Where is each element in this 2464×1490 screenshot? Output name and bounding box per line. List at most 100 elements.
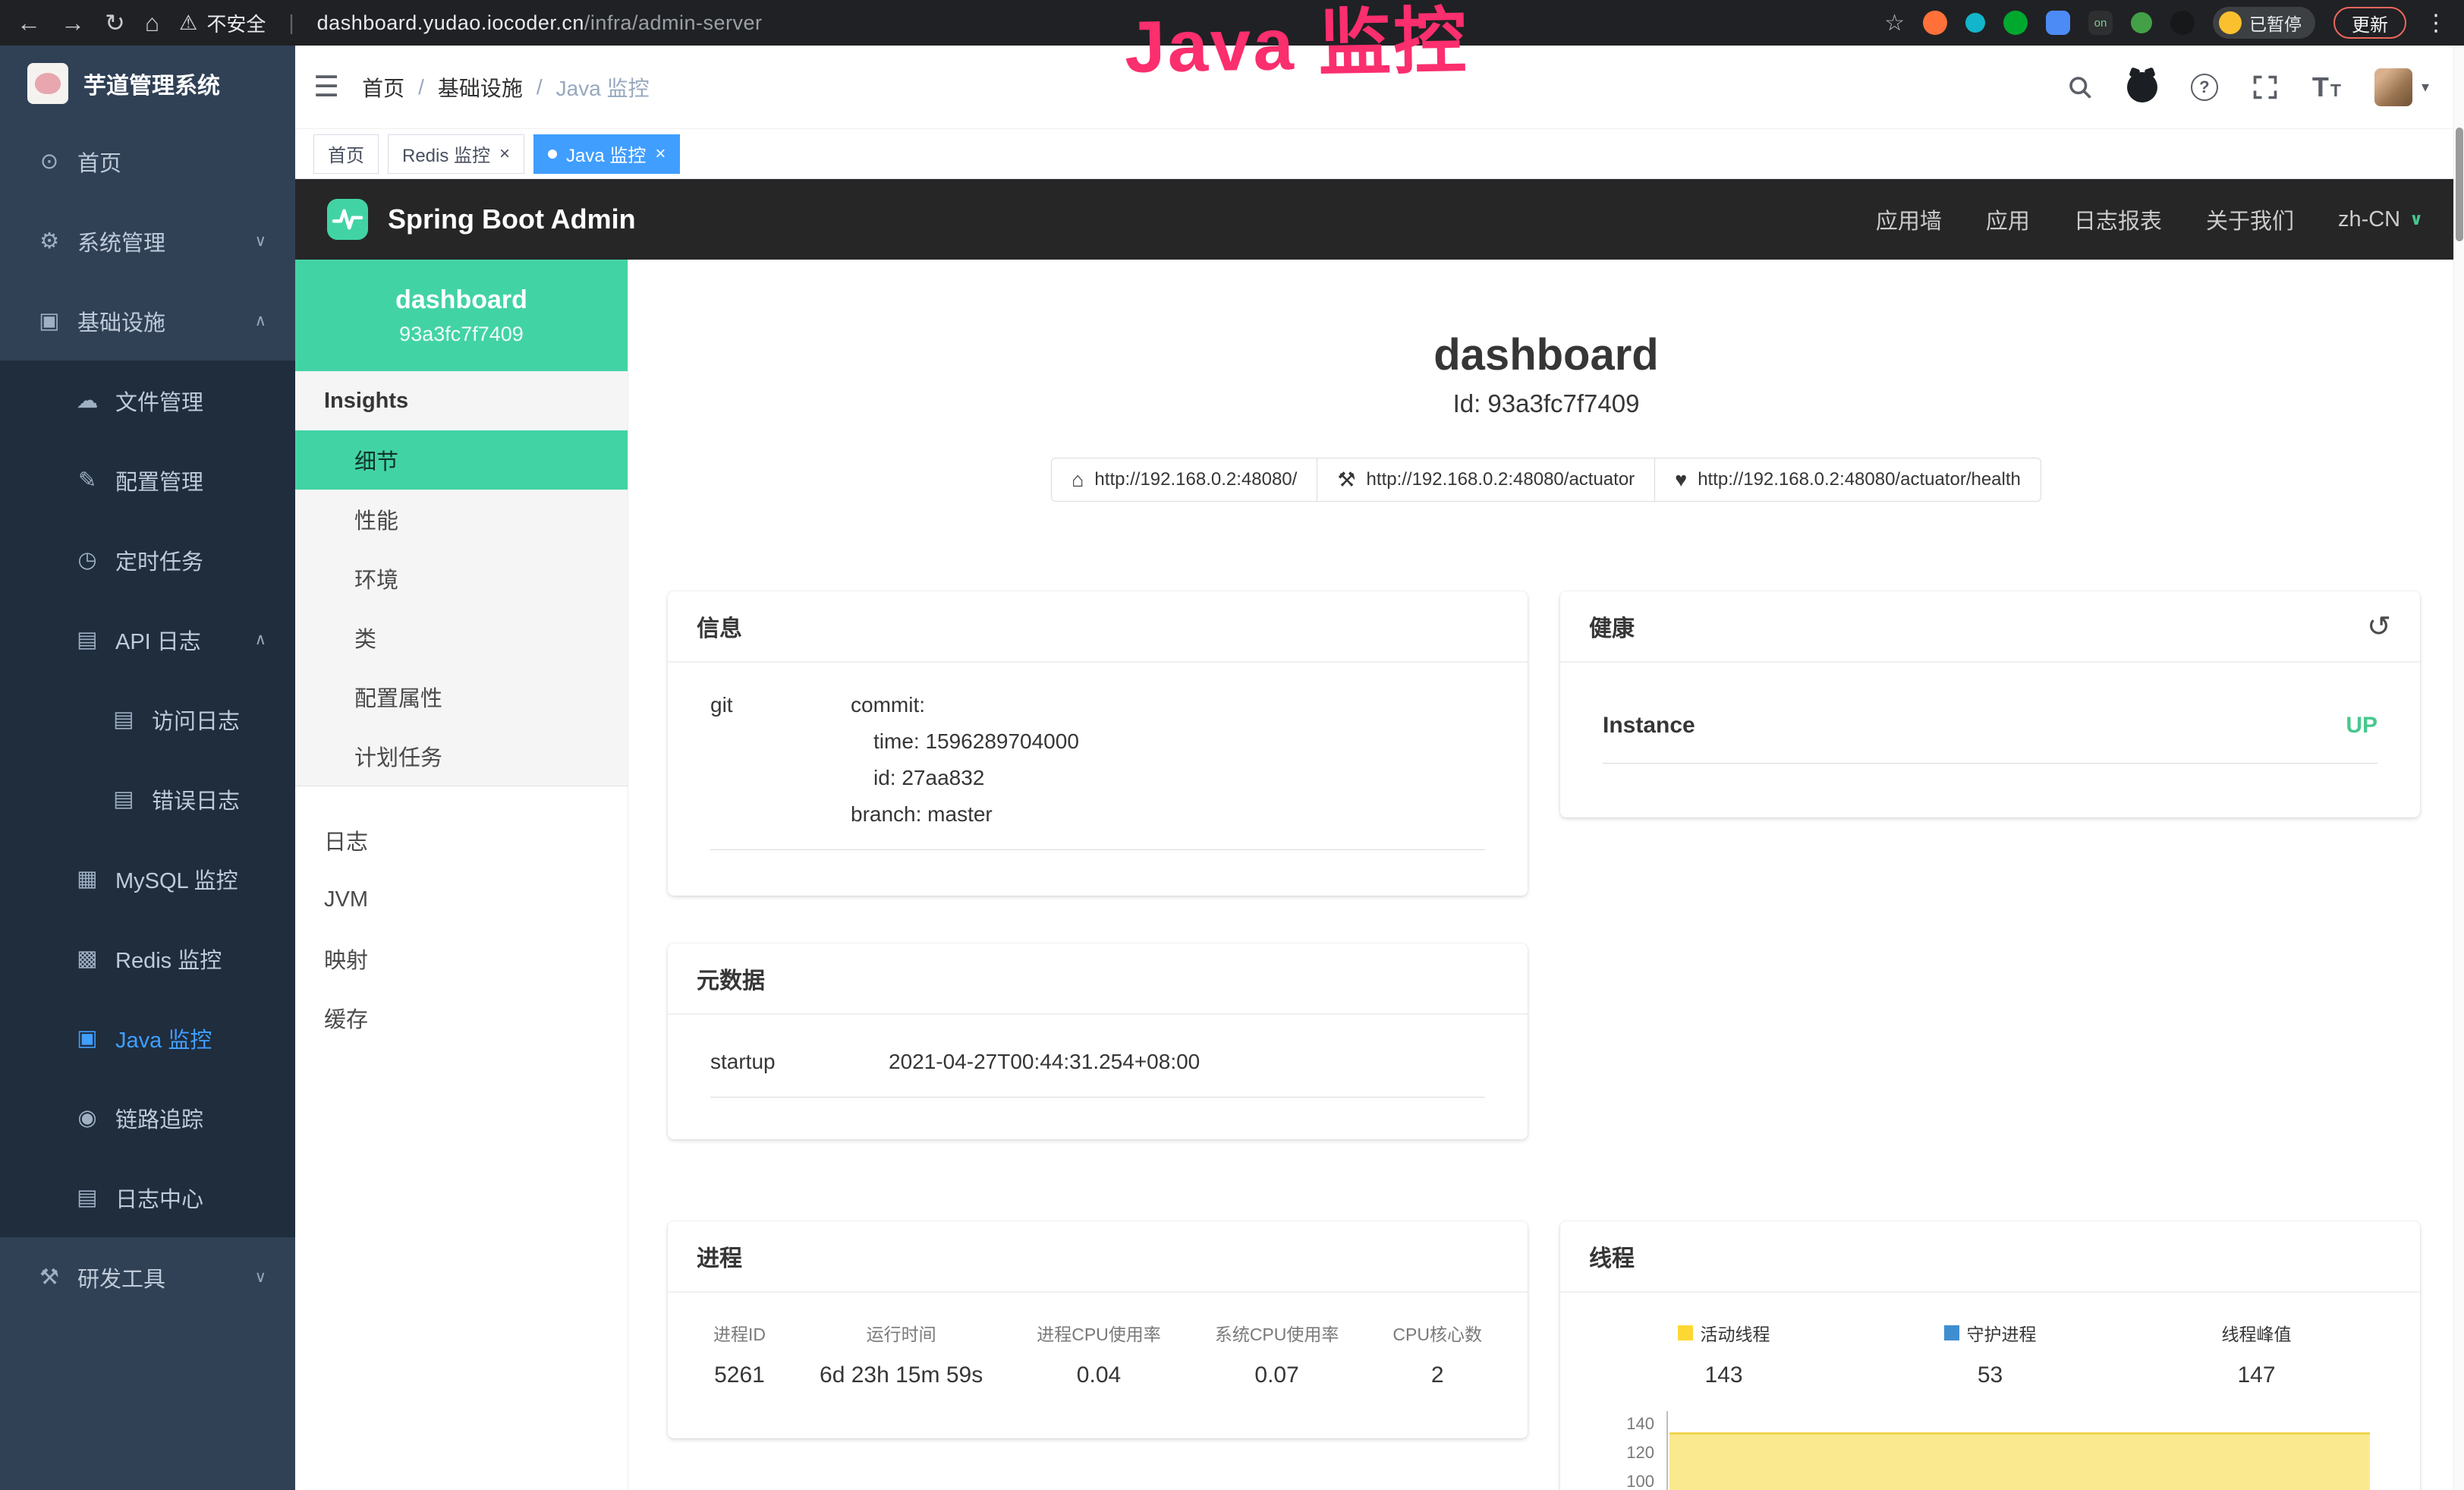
- sba-item-classes[interactable]: 类: [295, 608, 628, 667]
- sba-item-jvm[interactable]: JVM: [295, 870, 628, 929]
- legend-label: 线程峰值: [2222, 1320, 2292, 1346]
- sba-nav-links: 应用墙 应用 日志报表 关于我们 zh-CN ∨: [1876, 203, 2423, 235]
- extension-icon-1[interactable]: [1923, 11, 1947, 35]
- spring-boot-admin-logo: [327, 199, 368, 240]
- page-scrollbar[interactable]: [2453, 46, 2464, 1490]
- sba-nav-about[interactable]: 关于我们: [2206, 203, 2294, 235]
- sba-nav-journal[interactable]: 日志报表: [2074, 203, 2162, 235]
- sba-item-environment[interactable]: 环境: [295, 549, 628, 608]
- column-value: 5261: [713, 1362, 766, 1388]
- threads-chart-area: [1669, 1432, 2370, 1490]
- sba-item-scheduled-tasks[interactable]: 计划任务: [295, 726, 628, 786]
- sba-item-loggers[interactable]: 日志: [295, 811, 628, 870]
- process-pid-col: 进程ID 5261: [713, 1320, 766, 1388]
- user-menu[interactable]: ▾: [2374, 68, 2429, 106]
- extension-icon-2[interactable]: [1965, 13, 1985, 33]
- browser-home-icon[interactable]: ⌂: [145, 11, 159, 35]
- chevron-down-icon: ∨: [2409, 209, 2423, 229]
- browser-menu-icon[interactable]: ⋮: [2425, 10, 2447, 36]
- process-uptime-col: 运行时间 6d 23h 15m 59s: [820, 1320, 983, 1388]
- sidebar-item-system-management[interactable]: ⚙ 系统管理 ∨: [0, 201, 295, 281]
- tab-redis-monitor[interactable]: Redis 监控 ×: [388, 134, 524, 174]
- brand-title: 芋道管理系统: [83, 67, 220, 100]
- sidebar-item-trace[interactable]: ◉ 链路追踪: [0, 1078, 295, 1158]
- warning-icon: ⚠: [179, 11, 197, 35]
- close-icon[interactable]: ×: [655, 145, 666, 163]
- fullscreen-icon[interactable]: [2252, 74, 2279, 101]
- extension-icon-3[interactable]: [2003, 11, 2028, 35]
- sidebar-item-access-logs[interactable]: ▤ 访问日志: [0, 679, 295, 759]
- close-icon[interactable]: ×: [499, 145, 510, 163]
- sidebar-item-dev-tools[interactable]: ⚒ 研发工具 ∨: [0, 1237, 295, 1317]
- info-card-title: 信息: [697, 610, 742, 643]
- sidebar-item-java-monitor[interactable]: ▣ Java 监控: [0, 998, 295, 1078]
- extension-icon-7[interactable]: [2170, 11, 2195, 35]
- sidebar-item-redis-monitor[interactable]: ▩ Redis 监控: [0, 918, 295, 998]
- sidebar-item-api-logs[interactable]: ▤ API 日志 ∧: [0, 600, 295, 679]
- update-button[interactable]: 更新: [2333, 7, 2406, 39]
- extension-icon-6[interactable]: [2131, 12, 2152, 33]
- tab-java-monitor[interactable]: Java 监控 ×: [533, 134, 680, 174]
- cloud-icon: ☁: [71, 387, 103, 414]
- wrench-icon: ⚒: [1337, 468, 1355, 492]
- chevron-up-icon: ∧: [255, 630, 266, 649]
- sidebar-item-scheduled-tasks[interactable]: ◷ 定时任务: [0, 520, 295, 600]
- sba-root-items: 日志 JVM 映射 缓存: [295, 811, 628, 1047]
- log-icon: ▤: [71, 626, 103, 653]
- sba-item-mappings[interactable]: 映射: [295, 929, 628, 988]
- help-icon[interactable]: ?: [2191, 74, 2218, 101]
- scrollbar-thumb[interactable]: [2456, 128, 2463, 241]
- sidebar-item-error-logs[interactable]: ▤ 错误日志: [0, 759, 295, 839]
- sba-item-performance[interactable]: 性能: [295, 490, 628, 549]
- back-icon[interactable]: ←: [17, 11, 41, 35]
- avatar[interactable]: [2374, 68, 2412, 106]
- breadcrumb-home[interactable]: 首页: [362, 72, 404, 102]
- column-header: 进程ID: [713, 1320, 766, 1346]
- info-git-row: git commit: time: 1596289704000 id: 27aa…: [710, 693, 1485, 850]
- extension-icon-5[interactable]: on: [2088, 11, 2113, 35]
- language-select[interactable]: zh-CN ∨: [2338, 207, 2423, 232]
- instance-url-button[interactable]: ⌂ http://192.168.0.2:48080/: [1051, 458, 1317, 502]
- health-url-button[interactable]: ♥ http://192.168.0.2:48080/actuator/heal…: [1654, 458, 2041, 502]
- sba-item-config-properties[interactable]: 配置属性: [295, 667, 628, 726]
- status-badge: UP: [2346, 713, 2377, 739]
- redis-icon: ▩: [71, 945, 103, 972]
- sidebar-item-mysql-monitor[interactable]: ▦ MySQL 监控: [0, 839, 295, 918]
- legend-peak-threads: 线程峰值 147: [2123, 1320, 2390, 1388]
- reload-icon[interactable]: ↻: [105, 11, 125, 35]
- forward-icon[interactable]: →: [61, 11, 85, 35]
- sidebar-item-log-center[interactable]: ▤ 日志中心: [0, 1158, 295, 1237]
- column-value: 2: [1392, 1362, 1482, 1388]
- column-header: 系统CPU使用率: [1215, 1320, 1339, 1346]
- system-cpu-col: 系统CPU使用率 0.07: [1215, 1320, 1339, 1388]
- breadcrumb-infrastructure[interactable]: 基础设施: [438, 72, 523, 102]
- sidebar-item-infrastructure[interactable]: ▣ 基础设施 ∧: [0, 281, 295, 361]
- sidebar-item-label: 配置管理: [115, 465, 203, 496]
- profile-chip[interactable]: 已暂停: [2213, 7, 2315, 39]
- sidebar-item-home[interactable]: ⊙ 首页: [0, 121, 295, 201]
- browser-actions: ☆ on 已暂停 更新 ⋮: [1884, 7, 2447, 39]
- search-icon[interactable]: [2066, 74, 2094, 101]
- github-icon[interactable]: [2127, 72, 2157, 102]
- sba-item-details[interactable]: 细节: [295, 430, 628, 490]
- site-security-chip[interactable]: ⚠ 不安全: [179, 9, 266, 37]
- column-value: 0.07: [1215, 1362, 1339, 1388]
- font-size-icon[interactable]: TT: [2312, 74, 2341, 101]
- sidebar-item-config-management[interactable]: ✎ 配置管理: [0, 440, 295, 520]
- sba-nav-applications[interactable]: 应用: [1986, 203, 2030, 235]
- tab-home[interactable]: 首页: [313, 134, 379, 174]
- history-icon[interactable]: ↺: [2367, 610, 2391, 644]
- bookmark-star-icon[interactable]: ☆: [1884, 10, 1905, 36]
- address-bar[interactable]: dashboard.yudao.iocoder.cn/infra/admin-s…: [317, 11, 763, 35]
- sidebar-item-file-management[interactable]: ☁ 文件管理: [0, 361, 295, 440]
- sba-brand-title[interactable]: Spring Boot Admin: [388, 203, 636, 235]
- home-icon: ⌂: [1072, 468, 1084, 492]
- actuator-url-button[interactable]: ⚒ http://192.168.0.2:48080/actuator: [1317, 458, 1655, 502]
- sba-item-caches[interactable]: 缓存: [295, 988, 628, 1047]
- hamburger-icon[interactable]: ☰: [313, 70, 339, 104]
- sba-nav-wallboard[interactable]: 应用墙: [1876, 203, 1942, 235]
- legend-swatch-yellow: [1678, 1325, 1693, 1340]
- page-title: dashboard: [628, 329, 2464, 380]
- extension-icon-4[interactable]: [2046, 11, 2070, 35]
- legend-value: 147: [2123, 1362, 2390, 1388]
